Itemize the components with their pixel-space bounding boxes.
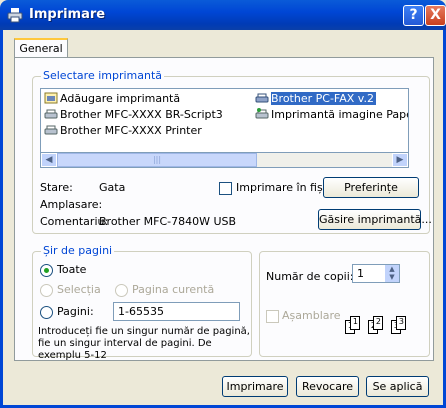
image-printer-icon xyxy=(255,108,269,119)
list-item-selected[interactable]: Brother PC-FAX v.2 xyxy=(255,91,376,107)
collate-label[interactable]: Așamblare xyxy=(282,309,341,322)
copies-label: Număr de copii: xyxy=(266,270,354,283)
printer-icon xyxy=(44,125,58,135)
list-item[interactable]: Adăugare imprimantă xyxy=(44,91,180,107)
print-to-file-checkbox[interactable] xyxy=(219,182,232,195)
printer-label: Adăugare imprimantă xyxy=(60,92,181,105)
selection-label[interactable]: Selecția xyxy=(57,283,101,296)
printer-label: Brother MFC-XXXX Printer xyxy=(60,124,202,137)
list-item[interactable]: Brother MFC-XXXX Printer xyxy=(44,123,202,139)
add-printer-icon xyxy=(44,92,58,104)
scroll-thumb[interactable]: ||| xyxy=(57,153,257,167)
printer-icon xyxy=(44,109,58,119)
location-label: Amplasare: xyxy=(40,198,103,211)
scroll-right-icon[interactable]: ▶ xyxy=(392,153,408,167)
printer-label: Brother PC-FAX v.2 xyxy=(271,92,376,105)
print-button[interactable]: Imprimare xyxy=(222,376,288,397)
pages-radio[interactable] xyxy=(40,306,53,319)
help-button[interactable]: ? xyxy=(403,5,424,26)
list-item[interactable]: Imprimantă imagine PaperPort xyxy=(255,107,408,123)
copies-group xyxy=(259,251,430,357)
scroll-left-icon[interactable]: ◀ xyxy=(41,153,57,167)
page-range-legend: Șir de pagini xyxy=(41,244,115,257)
printer-label: Brother MFC-XXXX BR-Script3 xyxy=(60,108,223,121)
title-bar: Imprimare ? X xyxy=(0,0,446,30)
close-button[interactable]: X xyxy=(425,5,446,26)
current-page-radio[interactable] xyxy=(115,284,128,297)
comment-label: Comentariu: xyxy=(40,215,109,228)
tab-general[interactable]: General xyxy=(14,38,68,58)
list-item[interactable]: Brother MFC-XXXX BR-Script3 xyxy=(44,107,223,123)
print-to-file-label[interactable]: Imprimare în fișier xyxy=(236,181,337,194)
cancel-button[interactable]: Revocare xyxy=(296,376,359,397)
find-printer-button[interactable]: Găsire imprimantă... xyxy=(318,209,432,230)
printer-list-scrollbar[interactable]: ◀ ||| ▶ xyxy=(40,152,409,168)
fax-printer-icon xyxy=(255,93,269,103)
status-label: Stare: xyxy=(40,181,73,194)
comment-value: Brother MFC-7840W USB xyxy=(99,215,237,228)
preferences-button[interactable]: Preferințe xyxy=(323,177,419,198)
selection-radio[interactable] xyxy=(40,284,53,297)
pages-input[interactable]: 1-65535 xyxy=(113,302,240,321)
status-value: Gata xyxy=(99,181,126,194)
all-pages-radio[interactable] xyxy=(40,264,53,277)
window-title: Imprimare xyxy=(29,7,106,22)
all-pages-label[interactable]: Toate xyxy=(57,263,86,276)
copies-stepper[interactable]: ▲ ▼ xyxy=(384,265,399,282)
collate-checkbox[interactable] xyxy=(266,310,279,323)
printer-group-legend: Selectare imprimantă xyxy=(41,69,165,82)
apply-button[interactable]: Se aplică xyxy=(366,376,429,397)
current-page-label[interactable]: Pagina curentă xyxy=(132,283,214,296)
copies-value: 1 xyxy=(357,267,364,280)
copies-input[interactable]: 1 ▲ ▼ xyxy=(352,264,400,283)
page-range-hint: Introduceți fie un singur număr de pagin… xyxy=(38,326,250,361)
printer-label: Imprimantă imagine PaperPort xyxy=(271,108,408,121)
printer-icon xyxy=(7,8,23,23)
pages-label[interactable]: Pagini: xyxy=(57,305,94,318)
